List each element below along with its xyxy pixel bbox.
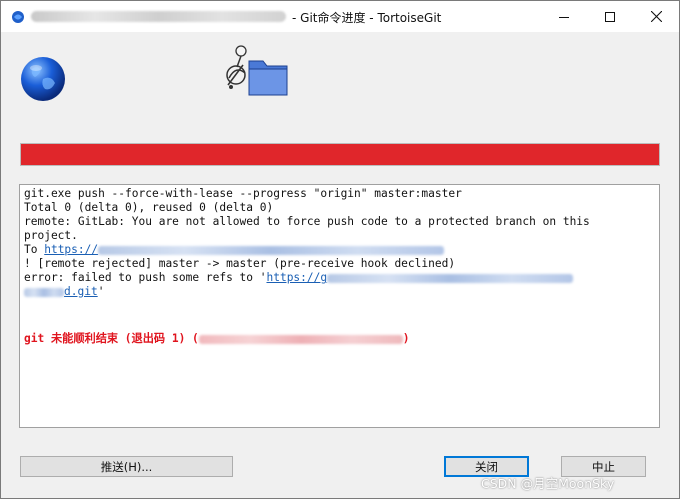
maximize-icon <box>605 11 615 22</box>
log-line: Total 0 (delta 0), reused 0 (delta 0) <box>24 201 274 214</box>
redacted-url <box>98 245 445 255</box>
redacted-error-detail <box>198 334 403 344</box>
log-text: ' <box>97 285 105 298</box>
log-text: To <box>24 243 45 256</box>
log-line: git.exe push --force-with-lease --progre… <box>24 187 462 200</box>
dialog-window: - Git命令进度 - TortoiseGit git.exe push --f… <box>0 0 680 499</box>
redacted-url <box>24 287 64 297</box>
push-button[interactable]: 推送(H)... <box>20 456 233 477</box>
globe-icon <box>19 55 67 103</box>
log-line: ! [remote rejected] master -> master (pr… <box>24 257 456 270</box>
progress-fill <box>21 144 659 165</box>
error-text: git 未能顺利结束 (退出码 1) ( <box>24 332 199 345</box>
redacted-url <box>327 273 574 283</box>
output-log[interactable]: git.exe push --force-with-lease --progre… <box>19 184 660 428</box>
watermark-text: CSDN @月空MoonSky <box>481 476 615 491</box>
minimize-icon <box>559 16 569 18</box>
tortoisegit-folder-icon <box>219 43 291 103</box>
close-icon <box>650 11 662 22</box>
window-title: - Git命令进度 - TortoiseGit <box>292 11 442 25</box>
redacted-repo-path <box>31 11 286 22</box>
log-line-url-tail: d.git' <box>24 285 104 299</box>
title-bar[interactable]: - Git命令进度 - TortoiseGit <box>1 1 679 32</box>
log-line-remote-url: To https:// <box>24 243 445 257</box>
remote-url-link[interactable]: https:// <box>44 243 98 256</box>
app-icon <box>11 9 25 23</box>
log-text: error: failed to push some refs to ' <box>24 271 267 284</box>
minimize-button[interactable] <box>541 1 587 32</box>
progress-bar <box>20 143 660 166</box>
log-line-error: error: failed to push some refs to 'http… <box>24 271 574 285</box>
repo-url-link[interactable]: https://g <box>266 271 327 284</box>
repo-url-link-tail[interactable]: d.git <box>64 285 98 298</box>
close-window-button[interactable] <box>633 1 679 32</box>
log-line: remote: GitLab: You are not allowed to f… <box>24 215 590 228</box>
log-line: project. <box>24 229 78 242</box>
error-paren-close: ) <box>402 332 410 345</box>
maximize-button[interactable] <box>587 1 633 32</box>
error-summary: git 未能顺利结束 (退出码 1) () <box>24 332 410 346</box>
